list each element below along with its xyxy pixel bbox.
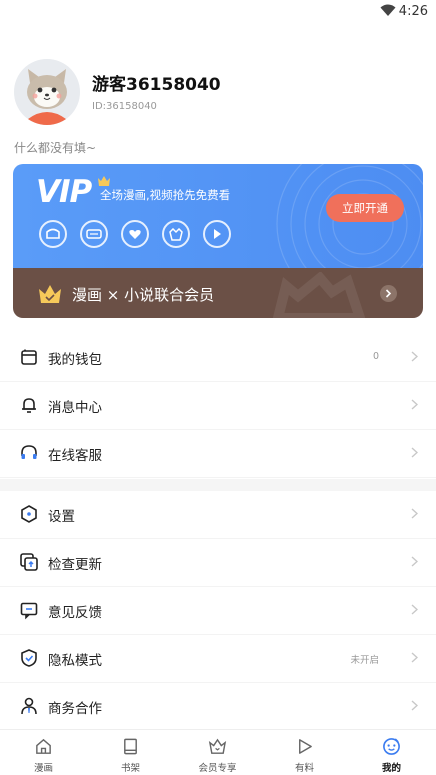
chevron-right-icon xyxy=(411,508,418,519)
vip-description: 全场漫画,视频抢先免费看 xyxy=(100,188,231,202)
update-icon xyxy=(20,553,38,571)
shield-check-icon xyxy=(21,649,37,667)
user-id: ID:36158040 xyxy=(92,101,157,112)
combo-membership-banner[interactable]: 漫画 × 小说联合会员 xyxy=(13,268,423,318)
chevron-right-icon xyxy=(411,652,418,663)
avatar[interactable] xyxy=(14,59,80,125)
combo-label: 漫画 × 小说联合会员 xyxy=(72,286,215,304)
menu-label: 消息中心 xyxy=(48,400,102,416)
username: 游客36158040 xyxy=(92,75,221,95)
section-divider xyxy=(0,479,436,491)
home-icon xyxy=(36,738,51,754)
headset-icon xyxy=(21,445,37,459)
menu-item-check-update[interactable]: 检查更新 xyxy=(0,539,436,587)
tab-label: 漫画 xyxy=(33,763,53,774)
crown-icon xyxy=(39,285,61,303)
menu-label: 我的钱包 xyxy=(48,352,102,368)
chevron-right-icon xyxy=(411,399,418,410)
bookshelf-icon xyxy=(124,738,137,755)
member-crown-icon xyxy=(208,738,227,754)
chevron-right-icon xyxy=(411,700,418,711)
menu-item-wallet[interactable]: 我的钱包 0 xyxy=(0,334,436,382)
vip-card[interactable]: VIP 全场漫画,视频抢先免费看 立即开通 xyxy=(13,164,423,269)
business-person-icon xyxy=(21,697,37,715)
menu-label: 隐私模式 xyxy=(48,653,102,669)
settings-hexagon-icon xyxy=(21,505,37,523)
menu-item-privacy-mode[interactable]: 隐私模式 未开启 xyxy=(0,635,436,683)
menu-item-feedback[interactable]: 意见反馈 xyxy=(0,587,436,635)
vip-logo: VIP xyxy=(36,174,92,210)
user-bio[interactable]: 什么都没有填~ xyxy=(14,139,96,156)
me-face-icon xyxy=(383,738,400,755)
tab-featured[interactable]: 有料 xyxy=(261,730,348,775)
status-time: 4:26 xyxy=(398,4,428,19)
menu-label: 在线客服 xyxy=(48,448,102,464)
bell-icon xyxy=(22,398,36,413)
chevron-right-icon xyxy=(411,351,418,362)
menu-label: 设置 xyxy=(48,509,75,525)
feedback-icon xyxy=(20,602,38,620)
vip-benefit-icons xyxy=(39,220,231,248)
privacy-status: 未开启 xyxy=(350,655,379,666)
cat-silhouette-decoration-icon xyxy=(272,272,366,318)
ad-free-icon xyxy=(80,220,108,248)
wifi-icon xyxy=(380,4,396,16)
tab-label: 有料 xyxy=(294,763,314,774)
menu-item-customer-service[interactable]: 在线客服 xyxy=(0,430,436,478)
heart-icon xyxy=(121,220,149,248)
menu-item-settings[interactable]: 设置 xyxy=(0,491,436,539)
crown-flag-icon xyxy=(162,220,190,248)
play-icon xyxy=(203,220,231,248)
status-bar: 4:26 xyxy=(0,0,436,24)
menu-label: 意见反馈 xyxy=(48,605,102,621)
tab-label: 会员专享 xyxy=(198,763,237,774)
menu-label: 检查更新 xyxy=(48,557,102,573)
tab-label: 我的 xyxy=(381,763,401,774)
wallet-icon xyxy=(21,349,37,365)
vip-open-button[interactable]: 立即开通 xyxy=(326,194,404,222)
vip-crown-icon xyxy=(98,176,110,186)
tab-member[interactable]: 会员专享 xyxy=(174,730,261,775)
tab-me[interactable]: 我的 xyxy=(348,730,435,775)
tab-bookshelf[interactable]: 书架 xyxy=(87,730,174,775)
chevron-right-icon xyxy=(380,285,397,302)
play-tab-icon xyxy=(299,739,312,754)
tab-label: 书架 xyxy=(120,763,140,774)
menu-item-messages[interactable]: 消息中心 xyxy=(0,382,436,430)
chevron-right-icon xyxy=(411,447,418,458)
tab-comics[interactable]: 漫画 xyxy=(0,730,87,775)
cat-avatar-icon xyxy=(14,59,80,125)
chevron-right-icon xyxy=(411,556,418,567)
chevron-right-icon xyxy=(411,604,418,615)
bottom-nav: 漫画 书架 会员专享 有料 我的 xyxy=(0,729,436,775)
menu-item-business[interactable]: 商务合作 xyxy=(0,683,436,731)
mask-icon xyxy=(39,220,67,248)
menu-label: 商务合作 xyxy=(48,701,102,717)
wallet-balance: 0 xyxy=(372,351,379,362)
